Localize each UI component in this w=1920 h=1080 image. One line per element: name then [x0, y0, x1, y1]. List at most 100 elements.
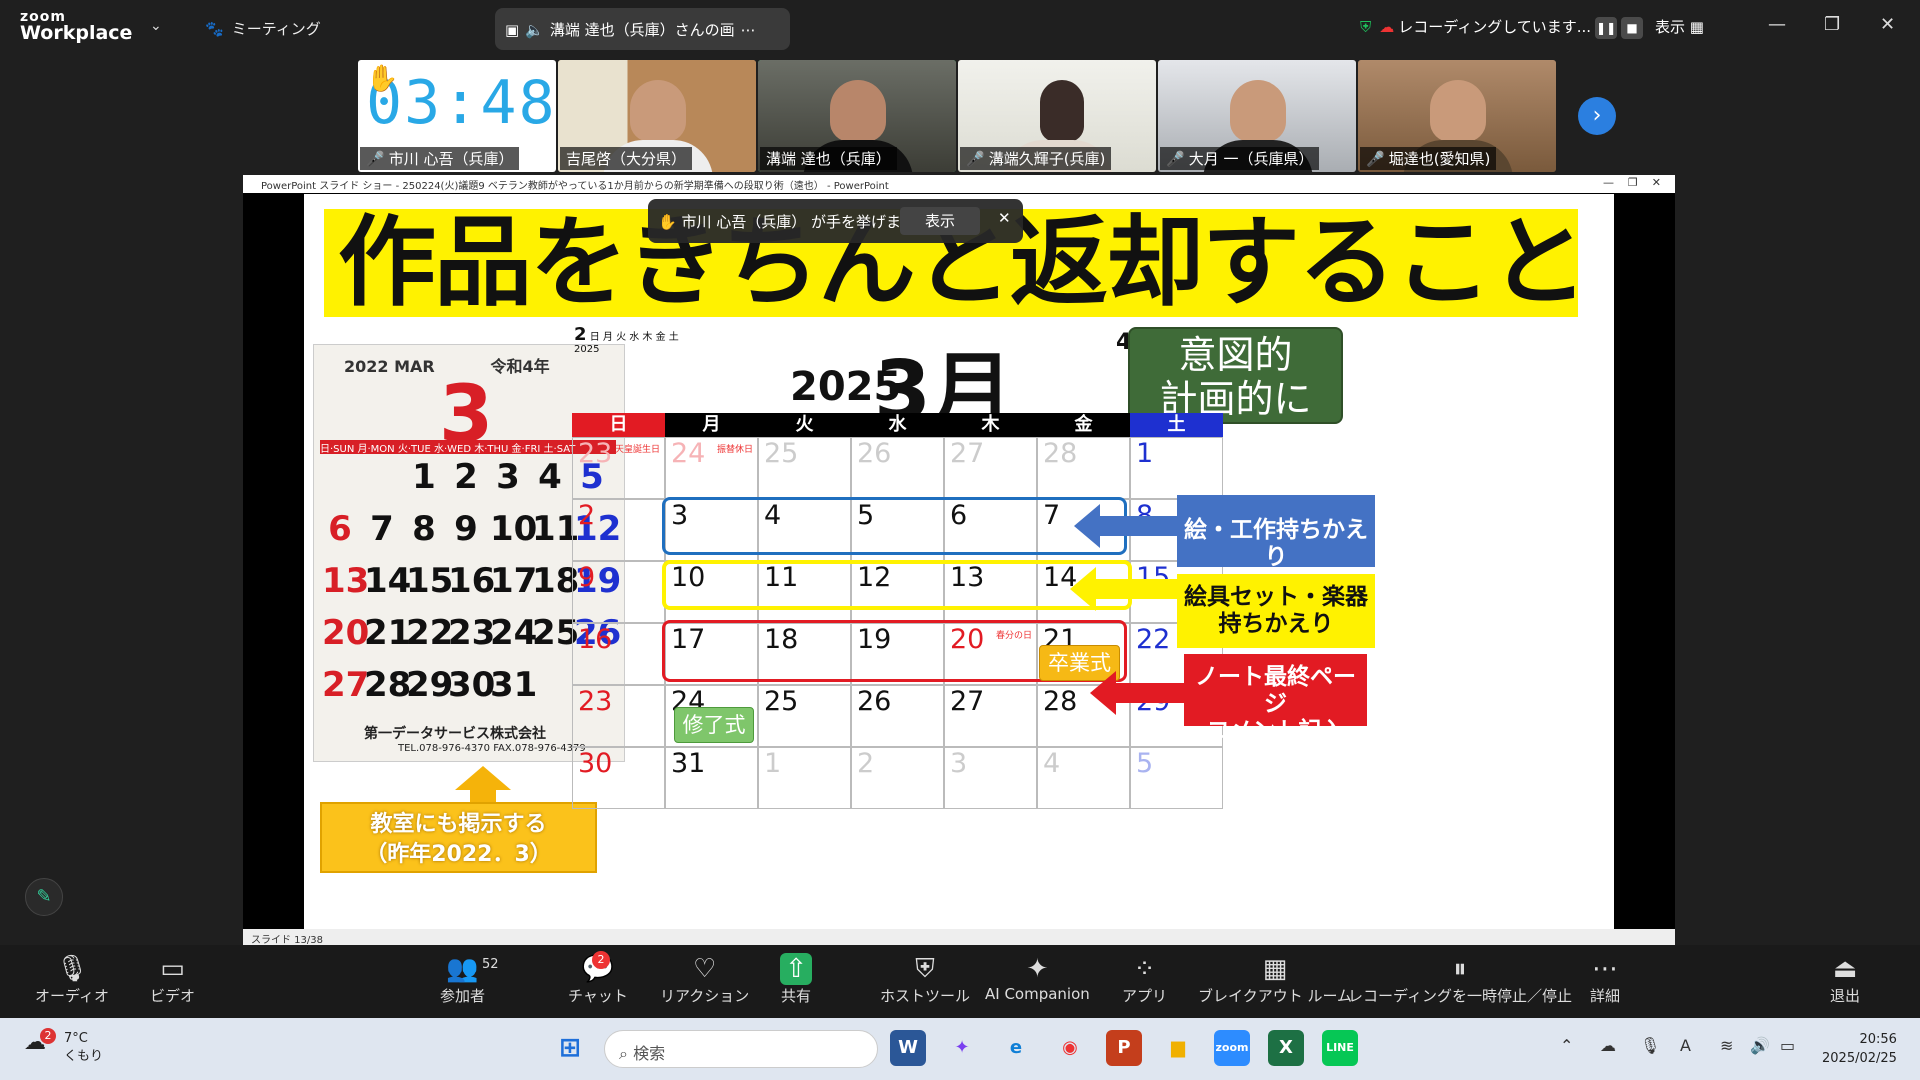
photo-day: 1 [412, 457, 436, 497]
participant-video [1040, 80, 1084, 142]
participant-tile-active[interactable]: 溝端 達也（兵庫） [758, 60, 956, 172]
battery-icon[interactable]: ▭ [1780, 1036, 1795, 1055]
participant-video [830, 80, 886, 142]
chrome-icon[interactable]: ◉ [1052, 1030, 1088, 1066]
toolbar-label: オーディオ [35, 987, 109, 1005]
calendar-day-number: 25 [764, 686, 799, 717]
copilot-icon[interactable]: ✦ [944, 1030, 980, 1066]
photo-day: 14 [364, 561, 412, 601]
photo-day: 4 [538, 457, 562, 497]
toolbar-camera-button[interactable]: ▭ ビデオ [150, 953, 195, 1006]
excel-icon[interactable]: X [1268, 1030, 1304, 1066]
calendar-day-number: 28 [1043, 686, 1078, 717]
toolbar-chat-button[interactable]: 💬 チャット 2 [568, 951, 628, 1006]
recording-status: ⛨ ☁ レコーディングしています... ❚❚ ■ [1360, 16, 1644, 39]
ppt-titlebar: PowerPoint スライド ショー - 250224(火)議題9 ベテラン教… [243, 175, 1675, 193]
toolbar-participants-button[interactable]: 👥 参加者 52 [440, 953, 499, 1006]
calendar-day: 2 [572, 499, 665, 561]
close-icon[interactable]: ✕ [998, 209, 1011, 227]
edge-icon[interactable]: e [998, 1030, 1034, 1066]
next-page-button[interactable]: › [1578, 97, 1616, 135]
restore-icon[interactable]: ❐ [1824, 14, 1840, 35]
zoom-app-icon[interactable]: zoom [1214, 1030, 1250, 1066]
active-speaker-pill[interactable]: ▣ 🔈 溝端 達也（兵庫）さんの画 ⋯ [495, 8, 790, 50]
arrow-up-icon [455, 766, 511, 790]
participant-video [1430, 80, 1486, 142]
weather-badge: 2 [40, 1028, 56, 1044]
calendar-day-number: 2 [578, 500, 596, 531]
toolbar-mic-button[interactable]: 🎙 オーディオ [35, 953, 109, 1006]
chevron-up-icon[interactable]: ⌃ [1560, 1036, 1573, 1055]
toolbar-label: 詳細 [1590, 987, 1621, 1005]
participant-name-text: 溝端 達也（兵庫） [766, 150, 891, 168]
participant-name: 溝端 達也（兵庫） [760, 147, 897, 170]
line-icon[interactable]: LINE [1322, 1030, 1358, 1066]
calendar-day: 26 [851, 685, 944, 747]
ime-icon[interactable]: A [1680, 1036, 1691, 1055]
chevron-down-icon[interactable]: ⌄ [150, 18, 162, 34]
photo-day: 17 [490, 561, 538, 601]
meeting-menu[interactable]: 🐾 ミーティング [205, 18, 321, 39]
powerpoint-icon[interactable]: P [1106, 1030, 1142, 1066]
ppt-window-title: PowerPoint スライド ショー - 250224(火)議題9 ベテラン教… [261, 181, 889, 192]
windows-start-icon[interactable]: ⊞ [552, 1030, 588, 1066]
participant-name-text: 溝端久輝子(兵庫) [988, 150, 1106, 168]
toolbar-sparkle-button[interactable]: ✦ AI Companion [985, 953, 1090, 1003]
calendar-day-number: 25 [764, 438, 799, 469]
mic-icon[interactable]: 🎙 [1640, 1036, 1660, 1055]
minimize-icon[interactable]: — [1768, 14, 1786, 35]
annotate-pencil-icon[interactable]: ✎ [25, 878, 63, 916]
show-button[interactable]: 表示 [900, 207, 980, 235]
toolbar-label: 退出 [1830, 987, 1861, 1005]
toolbar-more-button[interactable]: ⋯ 詳細 [1590, 953, 1620, 1006]
participant-name-text: 吉尾啓（大分県） [566, 150, 687, 168]
toolbar-share-button[interactable]: ⇧ 共有 [780, 953, 812, 1006]
stop-recording-button[interactable]: ■ [1621, 17, 1644, 39]
shield-icon: ⛨ [915, 954, 935, 984]
system-clock[interactable]: 20:56 2025/02/25 [1822, 1030, 1897, 1068]
participant-tile[interactable]: 🎤 堀達也(愛知県) [1358, 60, 1556, 172]
holiday-note: 振替休日 [716, 445, 753, 455]
mic-icon: 🎙 [55, 954, 89, 984]
folder-icon[interactable]: ▆ [1160, 1030, 1196, 1066]
participant-tile[interactable]: 03:48 ✋ 🎤 市川 心吾（兵庫） [358, 60, 556, 172]
wifi-icon[interactable]: ≋ [1720, 1036, 1733, 1055]
calendar-day-number: 1 [1136, 438, 1154, 469]
toolbar-record-pause-button[interactable]: ⏸ レコーディングを一時停止／停止 [1348, 953, 1572, 1006]
participant-name-text: 市川 心吾（兵庫） [388, 150, 514, 168]
calendar-day-number: 27 [950, 438, 985, 469]
mini-feb-month: 2 [574, 324, 587, 345]
label-note-line2: コメント記入 [1206, 718, 1345, 744]
ppt-window-controls[interactable]: — ❐ ✕ [1603, 176, 1661, 189]
participant-tile[interactable]: 🎤 大月 一（兵庫県） [1158, 60, 1356, 172]
participant-tile[interactable]: 吉尾啓（大分県） [558, 60, 756, 172]
more-icon[interactable]: ⋯ [741, 21, 756, 39]
toolbar-label: ビデオ [150, 987, 196, 1005]
toolbar-shield-button[interactable]: ⛨ ホストツール [880, 953, 970, 1006]
toolbar-grid-button[interactable]: ▦ ブレイクアウト ルーム [1198, 953, 1352, 1006]
chevron-right-icon: › [1592, 103, 1602, 128]
ppt-statusbar: スライド 13/38 [243, 929, 1675, 946]
toolbar-heart-button[interactable]: ♡ リアクション [660, 953, 749, 1006]
taskbar-search[interactable]: ⌕ 検索 [604, 1030, 878, 1068]
arrow-shaft-red [1114, 683, 1186, 703]
search-placeholder: 検索 [633, 1044, 666, 1063]
arrow-left-icon [1074, 504, 1100, 548]
weather-widget[interactable]: ☁ 2 7°C くもり [24, 1028, 103, 1066]
toolbar-apps-button[interactable]: ⁘ アプリ [1122, 953, 1167, 1006]
onedrive-icon[interactable]: ☁ [1600, 1036, 1616, 1055]
calendar-day-number: 5 [1136, 748, 1154, 779]
participant-strip: 03:48 ✋ 🎤 市川 心吾（兵庫） 吉尾啓（大分県） 溝端 達也（兵庫） 🎤 溝… [358, 60, 1558, 172]
calendar-day-number: 27 [950, 686, 985, 717]
participant-tile[interactable]: 🎤 溝端久輝子(兵庫) [958, 60, 1156, 172]
label-art-text: 絵・工作持ちかえり [1184, 517, 1368, 570]
view-button[interactable]: 表示 ▦ [1655, 16, 1704, 37]
calendar-day: 27 [944, 437, 1037, 499]
toolbar-leave-button[interactable]: ⏏ 退出 [1830, 953, 1860, 1006]
pause-recording-button[interactable]: ❚❚ [1595, 17, 1618, 39]
heart-icon: ♡ [692, 954, 717, 984]
calendar-day-number: 4 [1043, 748, 1061, 779]
close-icon[interactable]: ✕ [1880, 14, 1895, 35]
volume-icon[interactable]: 🔊 [1750, 1036, 1770, 1055]
word-icon[interactable]: W [890, 1030, 926, 1066]
